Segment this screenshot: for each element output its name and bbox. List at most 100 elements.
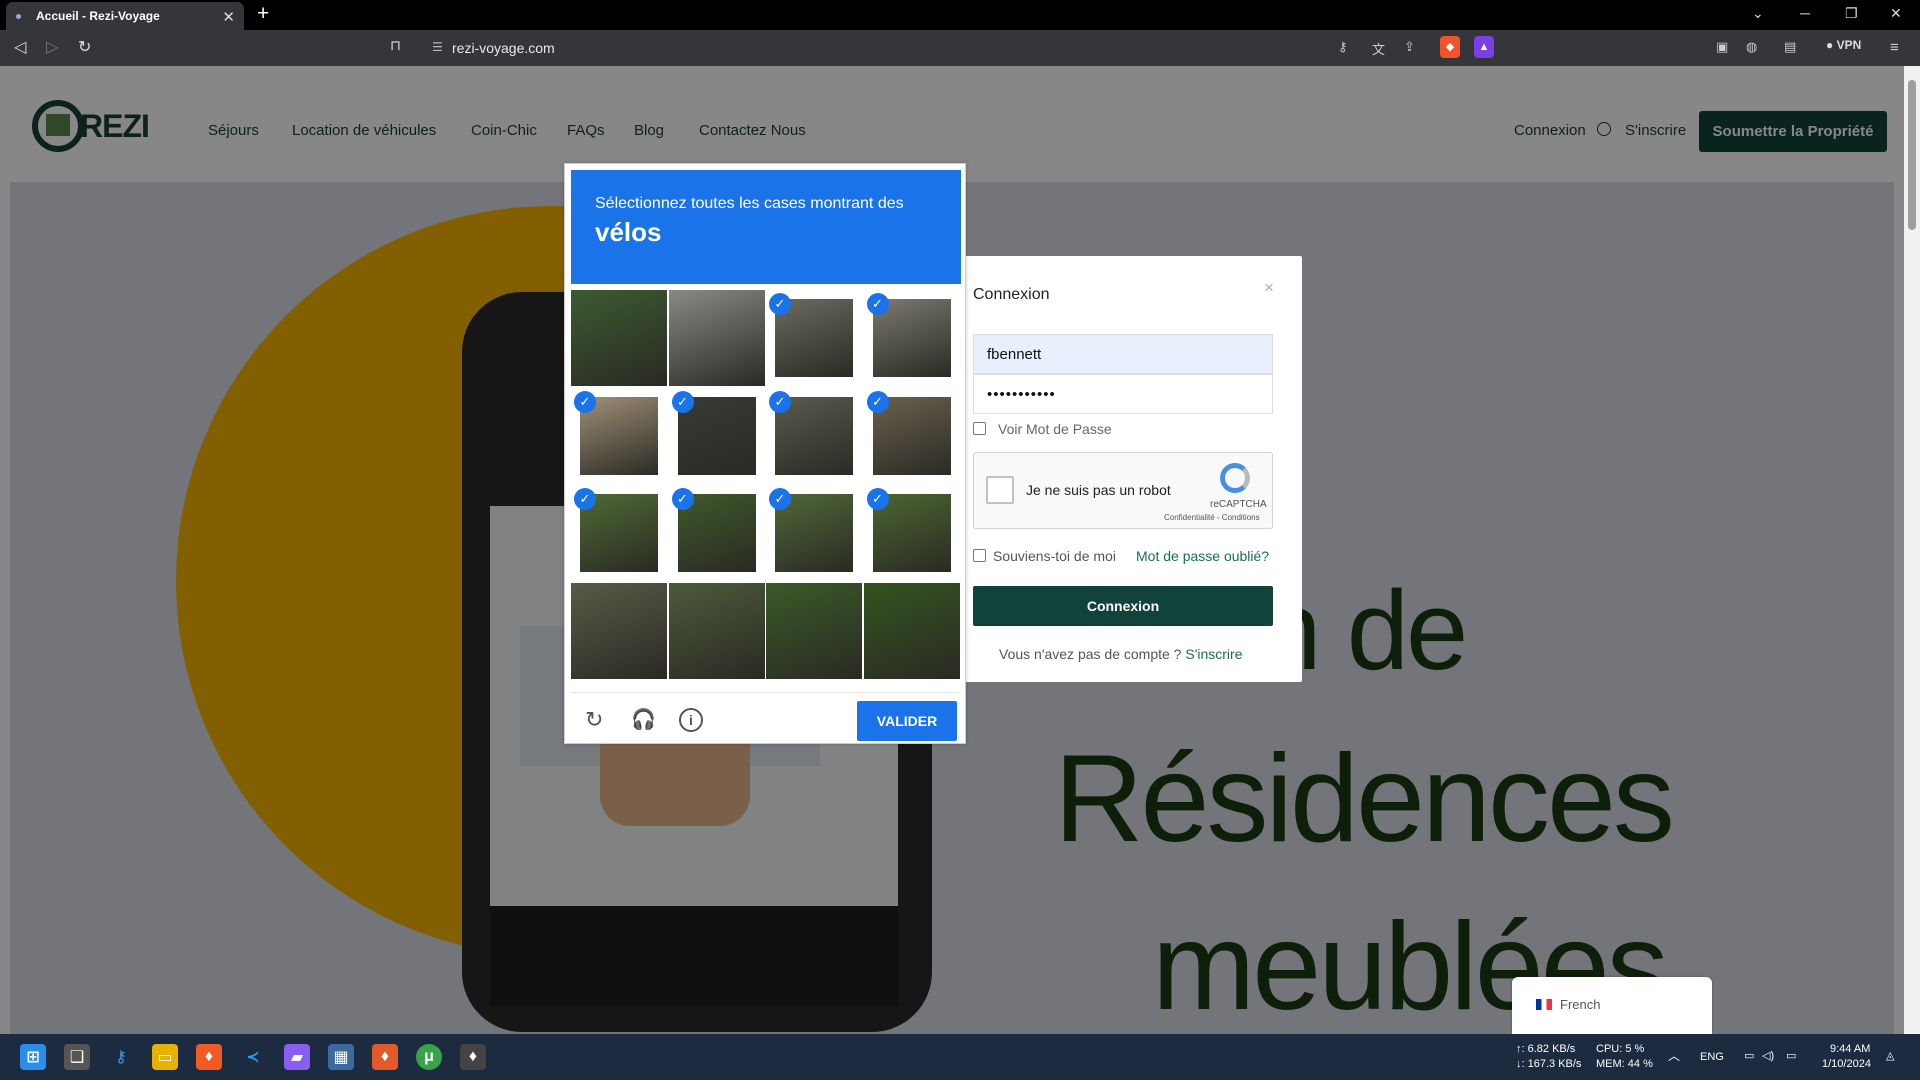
tab-active[interactable]: Accueil - Rezi-Voyage ✕ (6, 2, 244, 30)
wallet-icon[interactable]: ▤ (1784, 39, 1796, 55)
tab-favicon (16, 13, 21, 19)
captcha-tile[interactable]: ✓ (864, 485, 960, 581)
share-icon[interactable]: ⇪ (1404, 39, 1415, 55)
info-icon[interactable]: i (679, 708, 703, 732)
captcha-tile[interactable]: ✓ (669, 388, 765, 484)
monitor-app-icon[interactable]: ▦ (328, 1044, 354, 1070)
menu-icon[interactable]: ≡ (1890, 39, 1899, 56)
captcha-tile[interactable]: ✓ (766, 485, 862, 581)
volume-icon[interactable]: ◁) (1762, 1049, 1774, 1063)
login-submit-button[interactable]: Connexion (973, 586, 1273, 626)
captcha-tile[interactable]: ✓ (864, 388, 960, 484)
captcha-tile[interactable] (668, 290, 765, 386)
recaptcha-logo-icon (1220, 463, 1250, 493)
check-icon: ✓ (866, 488, 889, 510)
sidebar-icon[interactable]: ▣ (1716, 39, 1728, 55)
address-bar[interactable]: ☰ rezi-voyage.com (418, 35, 1498, 60)
back-icon[interactable]: ◁ (14, 37, 26, 57)
scrollbar-thumb[interactable] (1908, 80, 1916, 230)
forgot-password-link[interactable]: Mot de passe oublié? (1136, 548, 1269, 564)
tab-search-icon[interactable]: ⌄ (1752, 5, 1764, 22)
app-icon[interactable]: ▰ (284, 1044, 310, 1070)
battery-icon[interactable]: ▭ (1786, 1049, 1796, 1063)
check-icon: ✓ (769, 488, 791, 510)
key-icon[interactable]: ⚷ (1338, 39, 1348, 55)
maximize-button[interactable]: ❐ (1845, 5, 1858, 22)
brave-active-icon[interactable]: ♦ (460, 1044, 486, 1070)
translate-icon[interactable]: 文 (1372, 39, 1385, 58)
start-icon[interactable]: ⊞ (20, 1044, 46, 1070)
captcha-tile[interactable]: ✓ (864, 290, 960, 386)
task-view-icon[interactable]: ❑ (64, 1044, 90, 1070)
bookmark-icon[interactable]: ⊓ (390, 37, 401, 54)
audio-icon[interactable]: 🎧 (631, 707, 656, 732)
brave-shield-icon[interactable]: ◆ (1440, 36, 1460, 58)
show-password-checkbox[interactable] (973, 422, 986, 435)
tab-title: Accueil - Rezi-Voyage (36, 9, 160, 23)
password-field[interactable]: ••••••••••• (973, 374, 1273, 414)
captcha-tile[interactable] (571, 290, 667, 386)
recaptcha-terms-link[interactable]: Confidentialité - Conditions (1164, 513, 1260, 522)
captcha-footer: ↻ 🎧 i VALIDER (571, 692, 961, 741)
no-account-text: Vous n'avez pas de compte ? (999, 646, 1186, 662)
minimize-button[interactable]: ─ (1800, 5, 1810, 21)
net-down: ↓: 167.3 KB/s (1516, 1058, 1582, 1070)
brave-icon[interactable]: ♦ (196, 1044, 222, 1070)
net-up: ↑: 6.82 KB/s (1516, 1043, 1576, 1055)
username-field[interactable]: fbennett (973, 334, 1273, 374)
vscode-icon[interactable]: ≺ (240, 1044, 266, 1070)
brave-rewards-icon[interactable]: ▲ (1474, 36, 1494, 58)
new-tab-button[interactable]: + (257, 3, 269, 25)
captcha-tile[interactable]: ✓ (766, 388, 862, 484)
check-icon: ✓ (671, 488, 694, 510)
remember-me-label: Souviens-toi de moi (993, 548, 1116, 564)
file-explorer-icon[interactable]: ▭ (152, 1044, 178, 1070)
tab-close-icon[interactable]: ✕ (222, 8, 235, 26)
language-label: French (1560, 997, 1601, 1012)
input-language[interactable]: ENG (1700, 1050, 1724, 1064)
keepass-icon[interactable]: ⚷ (108, 1044, 134, 1070)
mem-usage: MEM: 44 % (1596, 1058, 1653, 1070)
reload-page-icon[interactable]: ↻ (78, 37, 91, 57)
captcha-tile[interactable] (863, 582, 960, 679)
captcha-tile[interactable]: ✓ (669, 485, 765, 581)
reload-icon[interactable]: ↻ (585, 707, 603, 733)
vpn-button[interactable]: ● VPN (1826, 38, 1861, 52)
captcha-tile-image (571, 290, 667, 386)
check-icon: ✓ (866, 390, 889, 413)
clock-time[interactable]: 9:44 AM (1830, 1042, 1870, 1056)
forward-icon[interactable]: ▷ (46, 37, 58, 57)
network-icon[interactable]: ▭ (1744, 1049, 1754, 1063)
site-info-icon[interactable]: ☰ (432, 40, 443, 54)
clock-date[interactable]: 1/10/2024 (1822, 1057, 1871, 1071)
recaptcha-label: Je ne suis pas un robot (1026, 482, 1171, 498)
language-widget[interactable]: French (1512, 977, 1712, 1034)
check-icon: ✓ (769, 293, 791, 315)
brave-profile-icon[interactable]: ♦ (372, 1044, 398, 1070)
captcha-tile[interactable]: ✓ (571, 485, 667, 581)
captcha-verify-button[interactable]: VALIDER (857, 701, 957, 741)
captcha-tile[interactable] (668, 582, 765, 679)
captcha-tile[interactable] (571, 582, 667, 679)
login-modal: Connexion × fbennett ••••••••••• Voir Mo… (964, 256, 1302, 682)
captcha-tile[interactable]: ✓ (571, 388, 667, 484)
close-window-button[interactable]: ✕ (1890, 5, 1902, 22)
close-icon[interactable]: × (1264, 278, 1274, 298)
recaptcha-checkbox[interactable] (986, 476, 1014, 504)
check-icon: ✓ (769, 390, 791, 413)
extension-icon[interactable]: ◍ (1746, 39, 1757, 55)
captcha-tile[interactable]: ✓ (766, 290, 862, 386)
captcha-tile[interactable] (766, 582, 862, 679)
signup-prompt: Vous n'avez pas de compte ? S'inscrire (999, 646, 1243, 662)
utorrent-icon[interactable]: μ (416, 1044, 442, 1070)
signup-link[interactable]: S'inscrire (1185, 646, 1242, 662)
captcha-challenge: Sélectionnez toutes les cases montrant d… (564, 163, 966, 744)
vpn-label: VPN (1836, 38, 1862, 52)
cpu-usage: CPU: 5 % (1596, 1043, 1645, 1055)
captcha-header: Sélectionnez toutes les cases montrant d… (571, 170, 961, 284)
login-title: Connexion (973, 286, 1050, 303)
page-scrollbar[interactable] (1904, 66, 1920, 1034)
tray-chevron-icon[interactable]: ︿ (1668, 1049, 1680, 1063)
notification-icon[interactable]: ◬ (1886, 1049, 1894, 1063)
remember-me-checkbox[interactable] (973, 549, 986, 562)
